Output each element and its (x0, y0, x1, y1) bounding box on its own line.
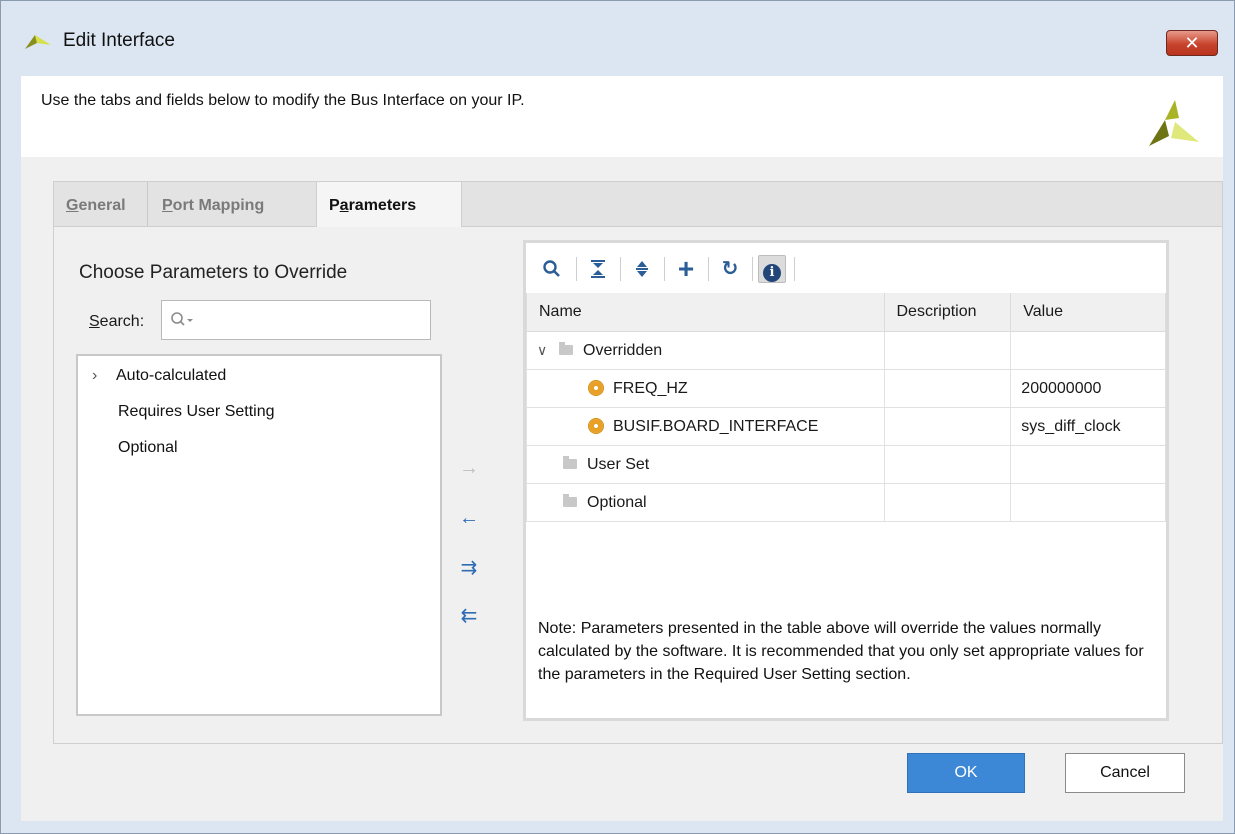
title-bar[interactable]: Edit Interface ✕ (1, 1, 1234, 81)
collapse-all-icon[interactable] (584, 255, 612, 283)
row-name-cell: FREQ_HZ (526, 369, 885, 408)
close-button[interactable]: ✕ (1166, 30, 1218, 56)
vivado-logo-icon (1149, 100, 1199, 146)
toolbar-separator (794, 257, 795, 281)
search-label: Search: (89, 313, 144, 331)
toolbar-separator (664, 257, 665, 281)
folder-icon (563, 494, 577, 508)
row-description-cell (883, 445, 1012, 484)
override-note: Note: Parameters presented in the table … (538, 620, 1144, 683)
tab-port-mapping[interactable]: Port Mapping (150, 182, 304, 226)
tab-parameters-mnemonic: a (339, 197, 349, 214)
tab-general-mnemonic: G (66, 197, 79, 214)
table-row[interactable]: BUSIF.BOARD_INTERFACE sys_diff_clock (526, 407, 1166, 446)
parameter-gear-icon (589, 381, 603, 396)
remove-arrow-icon[interactable]: ← (456, 508, 482, 528)
tab-parameters[interactable]: Parameters (316, 182, 462, 227)
table-row[interactable]: ∨ Overridden (526, 331, 1166, 370)
window-title: Edit Interface (63, 30, 175, 51)
dialog-content: General Port Mapping Parameters Choose P… (21, 157, 1223, 821)
overrides-panel: + ↻ i Name Description Value ∨ Overridde… (523, 240, 1169, 721)
row-name-cell: User Set (526, 445, 885, 484)
row-value-cell[interactable]: sys_diff_clock (1010, 407, 1166, 446)
row-value-cell[interactable]: 200000000 (1010, 369, 1166, 408)
row-name: User Set (587, 455, 650, 473)
ok-button[interactable]: OK (907, 753, 1025, 793)
toolbar-separator (620, 257, 621, 281)
row-description-cell (883, 407, 1012, 446)
banner-text: Use the tabs and fields below to modify … (41, 92, 525, 109)
tab-strip: General Port Mapping Parameters (54, 182, 1222, 227)
table-toolbar: + ↻ i (526, 243, 1166, 293)
add-icon[interactable]: + (672, 255, 700, 283)
toolbar-separator (752, 257, 753, 281)
expand-chevron-icon[interactable]: › (92, 367, 97, 385)
row-name-cell: BUSIF.BOARD_INTERFACE (526, 407, 885, 446)
table-row[interactable]: FREQ_HZ 200000000 (526, 369, 1166, 408)
row-name: Overridden (583, 341, 663, 359)
row-name-cell: Optional (526, 483, 885, 522)
row-name: BUSIF.BOARD_INTERFACE (613, 417, 819, 435)
parameter-gear-icon (589, 419, 603, 434)
search-label-text: earch: (99, 313, 145, 330)
column-header-value[interactable]: Value (1010, 293, 1166, 332)
parameters-table: Name Description Value ∨ Overridden FREQ… (526, 293, 1166, 522)
tab-parameters-label: rameters (348, 197, 417, 214)
tab-general-label: eneral (78, 197, 126, 214)
row-name: Optional (587, 493, 647, 511)
tree-item-requires-user-setting[interactable]: Requires User Setting (118, 403, 275, 421)
add-arrow-icon[interactable]: → (456, 458, 482, 478)
cancel-button[interactable]: Cancel (1065, 753, 1185, 793)
info-glyph: i (763, 264, 781, 282)
table-header-row: Name Description Value (526, 293, 1166, 332)
search-icon[interactable] (538, 255, 566, 283)
row-description-cell (883, 483, 1012, 522)
toolbar-separator (576, 257, 577, 281)
parameter-tree[interactable]: › Auto-calculated Requires User Setting … (76, 354, 442, 716)
column-header-name[interactable]: Name (526, 293, 885, 332)
vivado-logo-icon (25, 35, 51, 49)
tab-port-mapping-mnemonic: P (162, 197, 173, 214)
row-description-cell (883, 331, 1012, 370)
row-name-cell: ∨ Overridden (526, 331, 885, 370)
tab-port-mapping-label: ort Mapping (172, 197, 265, 214)
expand-all-icon[interactable] (628, 255, 656, 283)
table-row[interactable]: Optional (526, 483, 1166, 522)
description-banner: Use the tabs and fields below to modify … (21, 76, 1223, 158)
remove-all-arrow-icon[interactable]: ⇇ (456, 606, 482, 626)
row-value-cell (1010, 445, 1166, 484)
refresh-icon[interactable]: ↻ (716, 255, 744, 283)
tab-parameters-prefix: P (329, 197, 340, 214)
search-label-mnemonic: S (89, 313, 100, 330)
info-icon[interactable]: i (758, 255, 786, 283)
tree-item-auto-calculated[interactable]: Auto-calculated (116, 367, 226, 385)
left-panel-title: Choose Parameters to Override (79, 262, 348, 283)
row-description-cell (883, 369, 1012, 408)
edit-interface-dialog: Edit Interface ✕ Use the tabs and fields… (0, 0, 1235, 834)
search-icon (171, 312, 193, 326)
row-name: FREQ_HZ (613, 379, 688, 397)
tree-item-optional[interactable]: Optional (118, 439, 178, 457)
table-row[interactable]: User Set (526, 445, 1166, 484)
row-value-cell (1010, 331, 1166, 370)
tab-general[interactable]: General (54, 182, 148, 226)
folder-icon (559, 342, 573, 356)
tab-panel: General Port Mapping Parameters Choose P… (53, 181, 1223, 744)
column-header-description[interactable]: Description (883, 293, 1012, 332)
add-all-arrow-icon[interactable]: ⇉ (456, 558, 482, 578)
chevron-down-icon[interactable]: ∨ (537, 342, 551, 359)
search-input[interactable] (161, 300, 431, 340)
folder-icon (563, 456, 577, 470)
toolbar-separator (708, 257, 709, 281)
row-value-cell (1010, 483, 1166, 522)
